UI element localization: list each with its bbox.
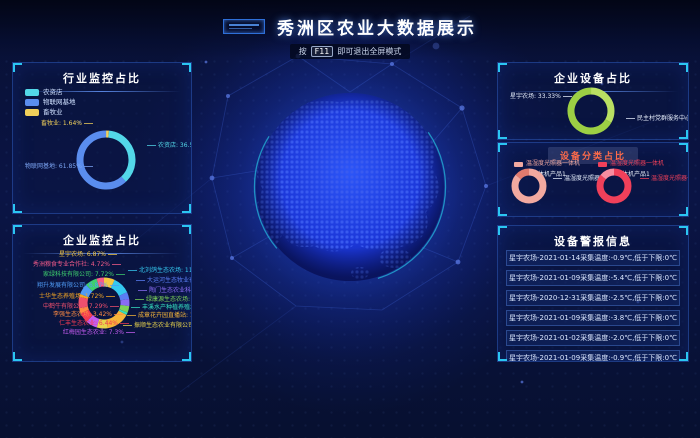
corner-decoration — [679, 207, 688, 216]
corner-decoration — [13, 225, 22, 234]
logo-badge — [223, 19, 265, 34]
legend-item[interactable]: 物联网基地 — [25, 99, 76, 106]
chart-label: 农资店: 36.51% — [147, 143, 192, 150]
chart-label: 畜牧业: 1.64% — [41, 121, 93, 128]
chart-label: 中鹤牛有限公司: 7.29% — [43, 304, 119, 311]
panel-industry-ratio: 行业监控占比 农资店 物联网基地 畜牧业 畜牧业: 1.64% 农资店: 36.… — [12, 62, 192, 214]
industry-legend: 农资店 物联网基地 畜牧业 — [25, 89, 76, 116]
chart-label: 星宇农场: 6.87% — [59, 252, 117, 259]
f11-key-badge: F11 — [311, 46, 334, 57]
legend-label: 物联网基地 — [43, 99, 76, 106]
panel-title: 设备警报信息 — [498, 226, 688, 249]
corner-decoration — [498, 352, 507, 361]
hint-suffix: 即可退出全屏模式 — [337, 47, 401, 56]
chart-label: 星宇农场: 33.33% — [510, 94, 572, 101]
alarm-row: 星宇农场-2021-01-14采集温度:-0.9℃,低于下限:0℃ — [506, 250, 680, 266]
chart-label: 士华生态养殖场: 1.72% — [39, 294, 115, 301]
legend-label: 农资店 — [43, 89, 63, 96]
chart-label: 丰溪水产种植养殖场: 1. — [131, 305, 192, 312]
alarm-row: 星宇农场-2020-12-31采集温度:-2.5℃,低于下限:0℃ — [506, 290, 680, 306]
fullscreen-hint: 按 F11即可退出全屏模式 — [290, 44, 411, 59]
fullscreen-hint-row: 按 F11即可退出全屏模式 — [0, 39, 700, 59]
header: 秀洲区农业大数据展示 — [0, 14, 700, 39]
classification-left-donut[interactable] — [508, 165, 550, 207]
panel-title: 企业监控占比 — [13, 225, 191, 248]
equipment-donut-chart[interactable] — [564, 84, 618, 138]
chart-label: 成章花卉园直播站: 15.02% — [127, 313, 192, 320]
corner-decoration — [498, 63, 507, 72]
corner-decoration — [498, 130, 507, 139]
chart-label: 红梅园生态农业: 7.3% — [63, 330, 135, 337]
legend-item[interactable]: 农资店 — [25, 89, 76, 96]
alarm-list: 星宇农场-2021-01-14采集温度:-0.9℃,低于下限:0℃ 星宇农场-2… — [506, 250, 680, 362]
panel-enterprise-ratio: 企业监控占比 星宇农场: 6.87% 秀洲粮食专业合作社: 4.72% 家绿科技… — [12, 224, 192, 362]
chart-label: 陶门生态农业科技有限公 — [138, 288, 192, 295]
corner-decoration — [679, 143, 688, 152]
corner-decoration — [679, 63, 688, 72]
corner-decoration — [13, 352, 22, 361]
chart-label: 大运河生态牧业有限责任公 — [136, 278, 192, 285]
corner-decoration — [182, 225, 191, 234]
corner-decoration — [182, 352, 191, 361]
corner-decoration — [498, 143, 507, 152]
chart-label: 仁丰生态农业: 6.44% — [59, 321, 129, 328]
corner-decoration — [679, 226, 688, 235]
panel-title: 行业监控占比 — [13, 63, 191, 86]
panel-equipment-ratio: 企业设备占比 星宇农场: 33.33% 民主村党群服务中心: — [497, 62, 689, 140]
corner-decoration — [13, 63, 22, 72]
chart-label: 振顺生态农业有限公司: 6.87% — [123, 323, 192, 330]
corner-decoration — [679, 130, 688, 139]
classification-right-donut[interactable] — [593, 165, 635, 207]
chart-label: 李强生态农场: 3.42% — [53, 312, 123, 319]
legend-label: 畜牧业 — [43, 109, 63, 116]
corner-decoration — [679, 352, 688, 361]
corner-decoration — [13, 204, 22, 213]
chart-label: 翔升发展有限公司: 6.87% — [37, 283, 119, 290]
industry-donut-chart[interactable] — [73, 127, 139, 193]
alarm-row: 星宇农场-2021-01-09采集温度:-0.9℃,低于下限:0℃ — [506, 350, 680, 362]
chart-label: 家绿科技有限公司: 7.72% — [43, 272, 125, 279]
corner-decoration — [498, 207, 507, 216]
chart-label: 北刘鸽生态农场: 11.16% — [128, 268, 192, 275]
panel-device-alarms: 设备警报信息 星宇农场-2021-01-14采集温度:-0.9℃,低于下限:0℃… — [497, 225, 689, 362]
chart-label: 物联网基地: 61.85% — [25, 164, 93, 171]
chart-label: 绿康源生态农场: 4.29 — [135, 297, 192, 304]
panel-title: 企业设备占比 — [498, 63, 688, 86]
legend-swatch — [25, 99, 39, 106]
corner-decoration — [182, 204, 191, 213]
alarm-row: 星宇农场-2021-01-09采集温度:-3.8℃,低于下限:0℃ — [506, 310, 680, 326]
panel-device-classification: 设备分类占比 温湿度光照器一体机 一体机产品1 温湿度光照器一 温湿度光照器一体… — [497, 142, 689, 217]
legend-swatch — [25, 109, 39, 116]
chart-label: 秀洲粮食专业合作社: 4.72% — [33, 262, 121, 269]
corner-decoration — [182, 63, 191, 72]
chart-label: 民主村党群服务中心: — [626, 116, 689, 123]
chart-label: 温湿度光照器一 — [640, 176, 689, 183]
corner-decoration — [498, 226, 507, 235]
alarm-row: 星宇农场-2021-01-09采集温度:-5.4℃,低于下限:0℃ — [506, 270, 680, 286]
page-title: 秀洲区农业大数据展示 — [277, 14, 477, 39]
alarm-row: 星宇农场-2021-01-02采集温度:-2.0℃,低于下限:0℃ — [506, 330, 680, 346]
legend-item[interactable]: 畜牧业 — [25, 109, 76, 116]
hint-prefix: 按 — [299, 47, 307, 56]
legend-swatch — [25, 89, 39, 96]
